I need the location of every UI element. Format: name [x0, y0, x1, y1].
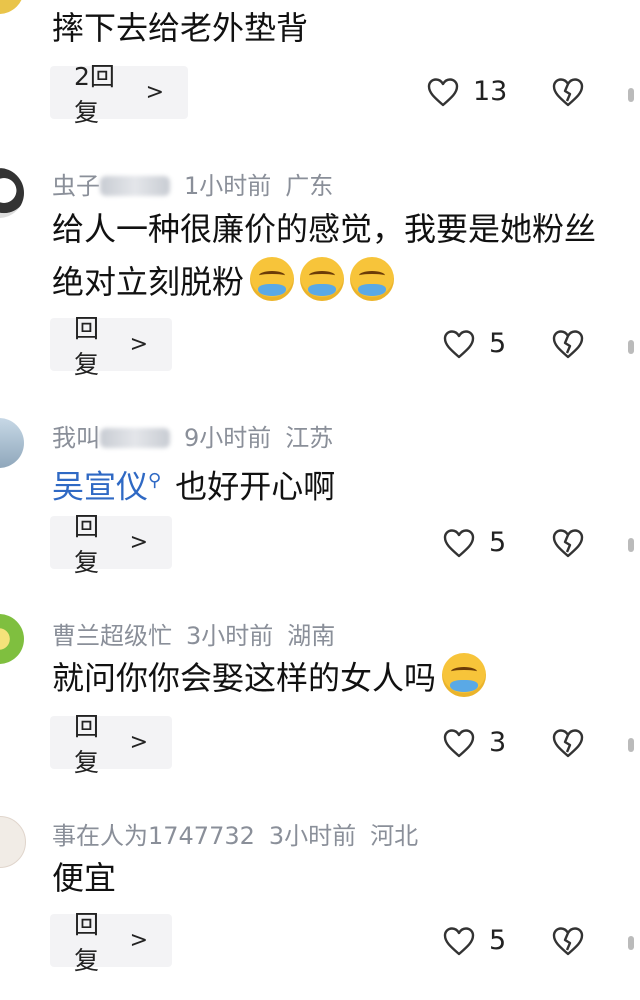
- heart-outline-icon: [427, 77, 459, 106]
- broken-heart-icon[interactable]: [552, 527, 584, 559]
- comment-meta: 曹兰超级忙 3小时前 湖南: [52, 616, 335, 651]
- reply-button-label: 回复: [74, 711, 100, 777]
- chevron-right-icon: >: [129, 928, 148, 953]
- timestamp: 3小时前: [186, 622, 274, 650]
- location: 江苏: [285, 424, 334, 452]
- reply-button[interactable]: 回复 >: [50, 314, 172, 379]
- username[interactable]: 我叫: [52, 424, 100, 452]
- heart-outline-icon: [443, 728, 475, 757]
- reply-button-label: 回复: [74, 511, 100, 577]
- reply-button-label: 回复: [74, 909, 100, 975]
- like-button[interactable]: 5: [443, 925, 506, 956]
- heart-outline-icon: [443, 926, 475, 955]
- location: 湖南: [287, 622, 336, 650]
- comment-content: 就问你你会娶这样的女人吗: [52, 652, 640, 705]
- timestamp: 9小时前: [184, 424, 272, 452]
- heart-outline-icon: [443, 329, 475, 358]
- like-count: 3: [489, 727, 507, 758]
- timestamp: 3小时前: [268, 822, 357, 850]
- comment-content: 便宜: [52, 859, 117, 897]
- location: 广东: [285, 172, 334, 200]
- heart-outline-icon: [443, 528, 475, 557]
- more-icon[interactable]: [628, 738, 634, 752]
- reply-button[interactable]: 回复 >: [50, 712, 172, 777]
- like-button[interactable]: 5: [443, 527, 506, 558]
- comment-content: 摔下去给老外垫背: [52, 9, 309, 47]
- more-icon[interactable]: [628, 88, 634, 102]
- crying-laughing-emoji-icon: [442, 653, 487, 697]
- avatar[interactable]: [0, 0, 24, 14]
- reply-button-label: 2回复: [74, 61, 115, 127]
- comment-meta: 我叫 9小时前 江苏: [52, 418, 333, 453]
- comment-content-line2: 绝对立刻脱粉: [52, 256, 640, 309]
- chevron-right-icon: >: [129, 730, 148, 755]
- broken-heart-icon[interactable]: [552, 727, 584, 759]
- more-icon[interactable]: [628, 538, 634, 552]
- more-icon[interactable]: [628, 340, 634, 354]
- like-count: 5: [489, 527, 507, 558]
- search-icon: ⚲: [148, 470, 162, 491]
- broken-heart-icon[interactable]: [552, 328, 584, 360]
- reply-button[interactable]: 回复 >: [50, 512, 172, 577]
- like-count: 5: [489, 925, 507, 956]
- tearful-emoji-icon: [300, 257, 345, 301]
- comment-meta: 虫子 1小时前 广东: [52, 166, 333, 201]
- like-count: 5: [489, 328, 507, 359]
- username[interactable]: 曹兰超级忙: [52, 622, 172, 650]
- avatar[interactable]: [0, 168, 24, 218]
- avatar[interactable]: [0, 614, 24, 664]
- reply-button[interactable]: 2回复 >: [50, 62, 188, 127]
- avatar[interactable]: [0, 418, 24, 468]
- comment-meta: 事在人为1747732 3小时前 河北: [52, 816, 418, 851]
- chevron-right-icon: >: [145, 80, 164, 105]
- chevron-right-icon: >: [129, 530, 148, 555]
- comment-content-text: 就问你你会娶这样的女人吗: [52, 659, 437, 697]
- broken-heart-icon[interactable]: [552, 76, 584, 108]
- chevron-right-icon: >: [129, 332, 148, 357]
- location: 河北: [370, 822, 419, 850]
- mention-link[interactable]: 吴宣仪: [52, 468, 148, 506]
- more-icon[interactable]: [628, 936, 634, 950]
- like-button[interactable]: 5: [443, 328, 506, 359]
- tearful-emoji-icon: [350, 257, 395, 301]
- like-count: 13: [473, 76, 508, 107]
- username[interactable]: 虫子: [52, 172, 100, 200]
- like-button[interactable]: 13: [427, 76, 507, 107]
- avatar[interactable]: [0, 816, 26, 868]
- timestamp: 1小时前: [184, 172, 272, 200]
- tearful-emoji-icon: [250, 257, 295, 301]
- comment-content-text: 也好开心啊: [175, 467, 336, 506]
- comment-content-text: 绝对立刻脱粉: [52, 263, 245, 301]
- like-button[interactable]: 3: [443, 727, 506, 758]
- broken-heart-icon[interactable]: [552, 925, 584, 957]
- blurred-username: [100, 428, 170, 448]
- reply-button-label: 回复: [74, 313, 100, 379]
- username[interactable]: 事在人为1747732: [52, 822, 255, 850]
- comment-content: 吴宣仪⚲ 也好开心啊: [52, 454, 640, 514]
- comment-content-line1: 给人一种很廉价的感觉，我要是她粉丝: [52, 210, 597, 248]
- reply-button[interactable]: 回复 >: [50, 910, 172, 975]
- blurred-username: [100, 176, 170, 196]
